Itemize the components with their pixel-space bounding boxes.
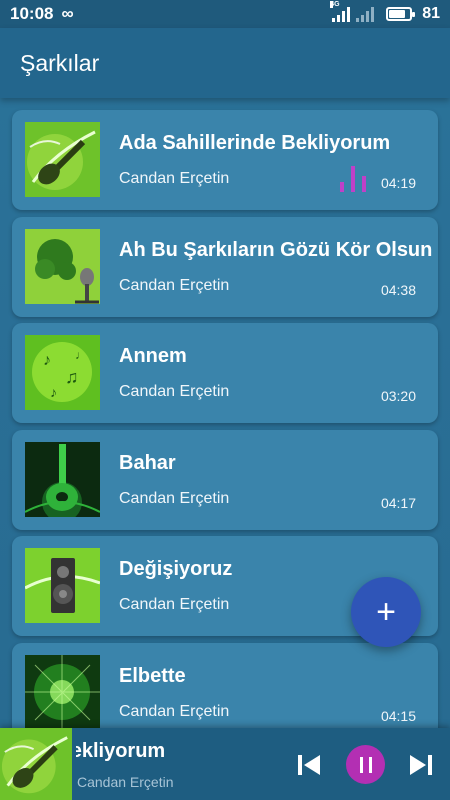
song-artist: Candan Erçetin bbox=[119, 596, 230, 613]
music-notes-art-icon: ♪ ♫ ♪ ♩ bbox=[25, 335, 100, 410]
pause-icon bbox=[359, 756, 372, 773]
page-title: Şarkılar bbox=[20, 49, 100, 76]
album-art bbox=[25, 228, 100, 304]
guitar-green-art-icon bbox=[25, 122, 100, 197]
add-button[interactable]: + bbox=[351, 577, 421, 647]
svg-text:♪: ♪ bbox=[43, 352, 51, 369]
equalizer-icon bbox=[340, 166, 366, 192]
song-artist: Candan Erçetin bbox=[119, 489, 230, 507]
album-art: ♪ ♫ ♪ ♩ bbox=[25, 335, 100, 410]
speaker-art-icon bbox=[25, 548, 100, 623]
song-title: Ada Sahillerinde Bekliyorum bbox=[119, 132, 391, 154]
song-card[interactable]: Ada Sahillerinde Bekliyorum Candan Erçet… bbox=[12, 110, 438, 210]
now-playing-title-container: Ada Sahillerinde Bekliyorum bbox=[76, 740, 226, 763]
song-artist: Candan Erçetin bbox=[119, 170, 230, 187]
song-duration: 04:15 bbox=[380, 707, 416, 724]
song-duration: 03:20 bbox=[380, 388, 416, 404]
status-time: 10:08 bbox=[10, 4, 54, 23]
album-art bbox=[25, 441, 100, 517]
song-title: Annem bbox=[119, 345, 187, 367]
song-artist: Candan Erçetin bbox=[119, 383, 230, 400]
song-title: Değişiyoruz bbox=[119, 558, 233, 580]
mini-player[interactable]: Ada Sahillerinde Bekliyorum Candan Erçet… bbox=[0, 728, 450, 800]
signal-sim2-icon bbox=[356, 6, 375, 22]
song-title: Bahar bbox=[119, 451, 176, 474]
song-card[interactable]: ♪ ♫ ♪ ♩ Annem Candan Erçetin 03:20 bbox=[12, 323, 438, 423]
plus-icon: + bbox=[376, 592, 396, 631]
previous-button[interactable] bbox=[294, 750, 324, 780]
song-artist: Candan Erçetin bbox=[119, 276, 230, 294]
svg-text:♫: ♫ bbox=[65, 367, 79, 387]
network-type-label: 4G bbox=[330, 1, 340, 8]
skip-next-icon bbox=[410, 755, 432, 775]
svg-text:♩: ♩ bbox=[75, 348, 87, 362]
microphone-notes-art-icon bbox=[25, 228, 100, 304]
now-playing-artist: Candan Erçetin bbox=[77, 774, 174, 790]
song-duration: 04:19 bbox=[380, 175, 416, 191]
skip-previous-icon bbox=[298, 755, 320, 775]
song-card[interactable]: Bahar Candan Erçetin 04:17 bbox=[12, 429, 438, 530]
album-art bbox=[25, 654, 100, 728]
signal-4g-icon: 4G bbox=[330, 1, 351, 22]
battery-fill bbox=[389, 10, 406, 18]
guitar-dark-art-icon bbox=[25, 441, 100, 517]
next-button[interactable] bbox=[406, 750, 436, 780]
svg-text:♪: ♪ bbox=[50, 384, 57, 400]
status-bar: 10:08 ∞ 4G 81 bbox=[0, 0, 450, 28]
song-artist: Candan Erçetin bbox=[119, 702, 230, 720]
song-duration: 04:17 bbox=[380, 494, 416, 511]
battery-percent: 81 bbox=[422, 5, 440, 22]
album-art bbox=[25, 548, 100, 623]
battery-icon bbox=[386, 7, 416, 21]
song-duration: 04:38 bbox=[380, 281, 416, 298]
guitar-art-icon bbox=[0, 728, 72, 800]
album-art bbox=[25, 122, 100, 197]
now-playing-album-art bbox=[0, 728, 72, 800]
now-playing-title: Ada Sahillerinde Bekliyorum bbox=[76, 740, 166, 762]
song-card[interactable]: Ah Bu Şarkıların Gözü Kör Olsun Candan E… bbox=[12, 216, 438, 317]
song-title: Elbette bbox=[119, 664, 186, 687]
infinity-icon: ∞ bbox=[61, 4, 73, 23]
song-title: Ah Bu Şarkıların Gözü Kör Olsun bbox=[119, 238, 433, 261]
sparkles-art-icon bbox=[25, 654, 100, 728]
pause-button[interactable] bbox=[346, 745, 385, 784]
app-bar: Şarkılar bbox=[0, 28, 450, 98]
song-card[interactable]: Elbette Candan Erçetin 04:15 bbox=[12, 642, 438, 728]
